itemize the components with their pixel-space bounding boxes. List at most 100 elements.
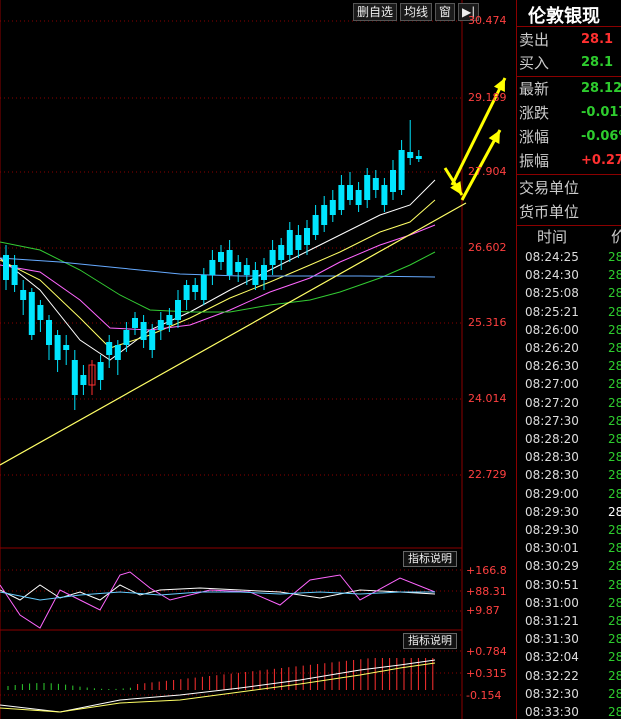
kdj-axis-top: +166.8	[466, 564, 507, 577]
tick-price: 28	[608, 377, 621, 392]
candle-body	[28, 292, 35, 335]
tick-time: 08:30:29	[525, 559, 579, 574]
tick-price: 28	[608, 559, 621, 574]
candle-body	[149, 330, 156, 350]
kdj-indicator	[0, 571, 436, 629]
candle-body	[415, 156, 422, 159]
indicator-info-button-kdj[interactable]: 指标说明	[403, 551, 457, 567]
candle-body	[338, 185, 345, 210]
tick-time: 08:29:30	[525, 523, 579, 537]
tick-time: 08:25:21	[525, 304, 579, 319]
indicator-info-button-macd[interactable]: 指标说明	[403, 633, 457, 649]
candle-body	[347, 185, 353, 200]
candle-body	[329, 200, 336, 215]
chart-toolbar: 删自选 均线 窗 ▶|	[353, 3, 480, 21]
instrument-title: 伦敦银现	[528, 6, 600, 27]
price-axis-label: 24.014	[468, 392, 507, 405]
macd-axis-low: -0.154	[466, 689, 502, 702]
tick-price: 28	[608, 341, 621, 355]
kline-chart[interactable]	[0, 0, 516, 719]
change-row: 涨跌-0.017	[519, 104, 621, 122]
moving-averages	[0, 179, 436, 361]
tick-price: 28	[608, 286, 621, 301]
tick-time: 08:29:30	[525, 504, 579, 519]
quote-panel: 伦敦银现 卖出28.1 买入28.1 最新28.123 涨跌-0.017 涨幅-…	[516, 0, 621, 719]
tick-time: 08:31:21	[525, 614, 579, 628]
tick-time: 08:32:22	[525, 668, 579, 683]
tick-price: 28	[608, 632, 621, 647]
tick-time: 08:28:20	[525, 432, 579, 446]
tick-time: 08:26:20	[525, 341, 579, 355]
tick-time: 08:32:30	[525, 686, 579, 701]
moving-average-button[interactable]: 均线	[400, 3, 433, 21]
candle-body	[192, 285, 199, 292]
candle-body	[407, 152, 414, 158]
tick-time: 08:33:30	[525, 705, 579, 719]
candle-body	[175, 300, 181, 320]
tick-time: 08:24:30	[525, 268, 579, 283]
tick-price: 28	[608, 577, 621, 592]
tick-time: 08:28:30	[525, 468, 579, 483]
price-axis-label: 29.189	[468, 91, 507, 104]
tick-time: 08:27:30	[525, 413, 579, 428]
tick-price: 28	[608, 304, 621, 319]
tick-time: 08:31:30	[525, 632, 579, 647]
tick-time: 08:27:20	[525, 395, 579, 410]
kdj-j	[0, 571, 436, 629]
candle-body	[218, 252, 224, 262]
candle-body	[390, 170, 396, 192]
window-button[interactable]: 窗	[435, 3, 456, 21]
price-axis-label: 30.474	[468, 14, 507, 27]
ma-line-mid	[0, 199, 436, 349]
tick-price: 28	[608, 322, 621, 337]
trend-line	[0, 202, 467, 466]
candle-body	[114, 345, 121, 360]
tick-price: 28	[608, 450, 621, 465]
tick-price: 28	[608, 250, 621, 264]
candle-body	[3, 255, 9, 280]
price-grid	[0, 20, 462, 696]
tick-price: 28	[608, 413, 621, 428]
kdj-axis-low: +9.87	[466, 604, 500, 617]
tick-price: 28	[608, 432, 621, 446]
ma-line-60	[0, 241, 436, 313]
candle-body	[183, 285, 190, 300]
tick-time: 08:30:51	[525, 577, 579, 592]
candle-body	[269, 250, 276, 265]
currency-unit-row: 货币单位	[519, 203, 580, 221]
candle-body	[11, 265, 18, 285]
candle-body	[123, 330, 130, 345]
candle-body	[304, 228, 310, 245]
candle-body	[106, 342, 113, 355]
candle-body	[54, 335, 61, 360]
candle-body	[278, 245, 285, 260]
macd-axis-top: +0.784	[466, 645, 507, 658]
candle-body	[166, 315, 173, 325]
tick-price: 28	[608, 359, 621, 374]
tick-price: 28	[608, 595, 621, 610]
tick-price: 28	[608, 668, 621, 683]
candle-body	[398, 150, 405, 190]
price-axis-label: 26.602	[468, 241, 507, 254]
delete-watchlist-button[interactable]: 删自选	[353, 3, 398, 21]
candle-body	[252, 270, 259, 285]
latest-row: 最新28.123	[519, 80, 621, 98]
tick-price: 28	[608, 486, 621, 501]
tick-price: 28	[608, 705, 621, 719]
amplitude-row: 振幅+0.27%	[519, 152, 621, 170]
tick-time: 08:30:01	[525, 541, 579, 556]
candle-body	[37, 305, 44, 320]
candle-body	[140, 322, 147, 340]
candle-body	[97, 362, 104, 380]
tick-time: 08:32:04	[525, 650, 579, 665]
tick-price: 28	[608, 504, 621, 519]
tick-time: 08:25:08	[525, 286, 579, 301]
candlesticks	[3, 120, 422, 410]
tick-time: 08:29:00	[525, 486, 579, 501]
tick-price: 28	[608, 614, 621, 628]
candle-body	[243, 265, 250, 275]
candle-body	[209, 260, 216, 275]
time-header: 时间	[537, 228, 568, 246]
tick-time: 08:26:00	[525, 322, 579, 337]
tick-price: 28	[608, 541, 621, 556]
